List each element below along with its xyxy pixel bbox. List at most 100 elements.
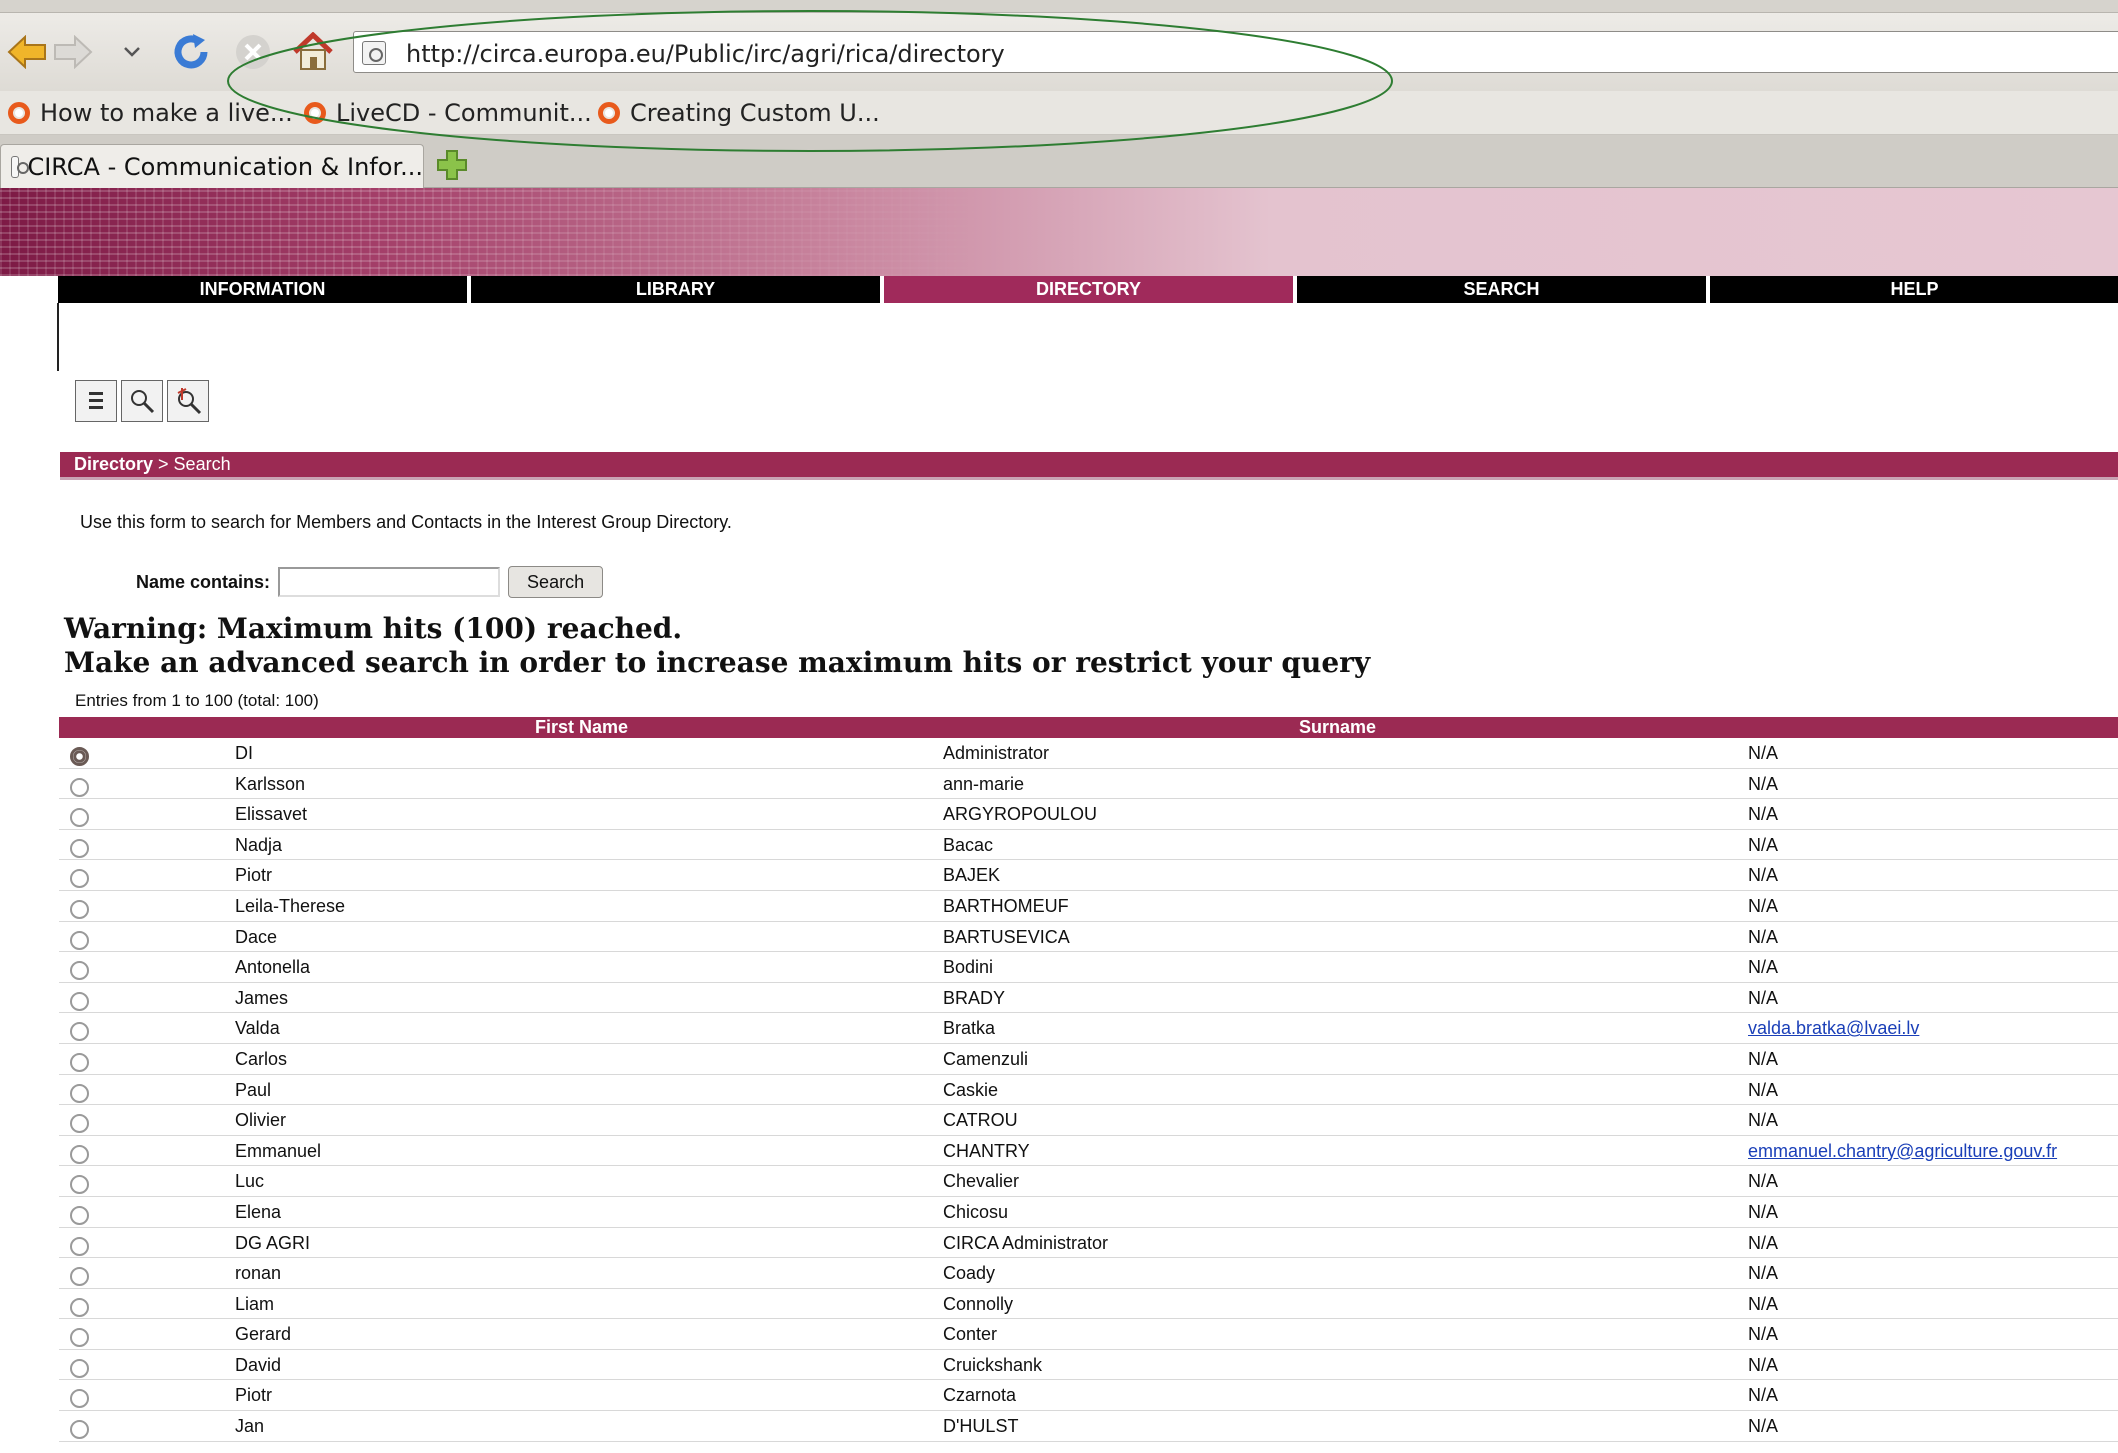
cell-email: N/A: [1748, 865, 1779, 886]
cell-surname: Caskie: [943, 1079, 999, 1100]
menu-search[interactable]: SEARCH: [1297, 276, 1706, 303]
cell-email: N/A: [1748, 987, 1779, 1008]
ubuntu-icon: [598, 102, 620, 124]
advanced-search-button[interactable]: [167, 380, 209, 422]
bookmark-label: Creating Custom U...: [630, 99, 880, 127]
column-header-first-name[interactable]: First Name: [535, 717, 628, 738]
table-row: Piotr BAJEK N/A: [59, 860, 2118, 891]
advanced-search-icon: [177, 388, 202, 415]
row-select-radio[interactable]: [70, 1389, 89, 1409]
cell-first-name: Karlsson: [235, 773, 306, 794]
breadcrumb-current: Search: [173, 454, 231, 474]
bookmark-item[interactable]: How to make a live...: [8, 98, 293, 128]
cell-email-link[interactable]: valda.bratka@lvaei.lv: [1748, 1018, 1919, 1039]
column-header-surname[interactable]: Surname: [1299, 717, 1376, 738]
row-select-radio[interactable]: [70, 961, 89, 981]
cell-email: N/A: [1748, 1354, 1779, 1375]
url-text[interactable]: http://circa.europa.eu/Public/irc/agri/r…: [406, 40, 1005, 68]
table-row: Elena Chicosu N/A: [59, 1197, 2118, 1228]
tab-title: CIRCA - Communication & Infor...: [27, 152, 423, 181]
table-row: Olivier CATROU N/A: [59, 1105, 2118, 1136]
page-icon: [11, 155, 31, 178]
row-select-radio[interactable]: [70, 869, 89, 889]
new-tab-button[interactable]: [436, 149, 468, 181]
cell-first-name: Gerard: [235, 1324, 292, 1345]
directory-toolbar: [75, 380, 209, 422]
table-row: Antonella Bodini N/A: [59, 952, 2118, 983]
bookmark-item[interactable]: LiveCD - Communit...: [304, 98, 592, 128]
table-row: Karlsson ann-marie N/A: [59, 769, 2118, 800]
tab-circa[interactable]: CIRCA - Communication & Infor...: [0, 144, 424, 188]
cell-first-name: Elena: [235, 1201, 282, 1222]
table-row: Emmanuel CHANTRY emmanuel.chantry@agricult…: [59, 1136, 2118, 1167]
row-select-radio[interactable]: [70, 1297, 89, 1317]
cell-email: N/A: [1748, 1171, 1779, 1192]
list-button[interactable]: [75, 380, 117, 422]
row-select-radio[interactable]: [70, 1175, 89, 1195]
cell-first-name: David: [235, 1354, 282, 1375]
cell-surname: Czarnota: [943, 1385, 1017, 1406]
table-body: DI Administrator N/A Karlsson ann-marie N/A El…: [59, 738, 2118, 1442]
home-button[interactable]: [290, 29, 336, 75]
cell-surname: Conter: [943, 1324, 998, 1345]
history-dropdown[interactable]: [120, 29, 144, 75]
menu-information[interactable]: INFORMATION: [58, 276, 467, 303]
reload-button[interactable]: [168, 29, 214, 75]
back-button[interactable]: [4, 29, 50, 75]
row-select-radio[interactable]: [70, 747, 89, 766]
row-select-radio[interactable]: [70, 1083, 89, 1103]
search-icon: [131, 390, 155, 414]
cell-first-name: DI: [235, 743, 253, 763]
row-select-radio[interactable]: [70, 1052, 89, 1072]
row-select-radio[interactable]: [70, 930, 89, 950]
row-select-radio[interactable]: [70, 777, 89, 797]
row-select-radio[interactable]: [70, 1114, 89, 1134]
name-contains-input[interactable]: [278, 567, 501, 597]
divider: [57, 303, 59, 371]
stop-button[interactable]: [230, 29, 276, 75]
cell-email: N/A: [1748, 1416, 1779, 1437]
row-select-radio[interactable]: [70, 1205, 89, 1225]
window-titlebar: [0, 0, 2118, 13]
site-banner: [0, 188, 2118, 276]
cell-email: N/A: [1748, 1201, 1779, 1222]
table-row: Gerard Conter N/A: [59, 1319, 2118, 1350]
row-select-radio[interactable]: [70, 1267, 89, 1287]
menu-directory[interactable]: DIRECTORY: [884, 276, 1293, 303]
table-row: Piotr Czarnota N/A: [59, 1380, 2118, 1412]
row-select-radio[interactable]: [70, 808, 89, 828]
name-contains-label: Name contains:: [136, 571, 271, 592]
row-select-radio[interactable]: [70, 1144, 89, 1164]
table-row: Dace BARTUSEVICA N/A: [59, 922, 2118, 953]
table-row: James BRADY N/A: [59, 983, 2118, 1014]
bookmark-item[interactable]: Creating Custom U...: [598, 98, 880, 128]
row-select-radio[interactable]: [70, 1358, 89, 1378]
cell-surname: Bacac: [943, 834, 994, 855]
row-select-radio[interactable]: [70, 899, 89, 919]
row-select-radio[interactable]: [70, 838, 89, 858]
cell-first-name: Liam: [235, 1293, 275, 1314]
search-button-icon[interactable]: [121, 380, 163, 422]
cell-surname: CIRCA Administrator: [943, 1232, 1109, 1253]
dropdown-icon: [124, 47, 140, 57]
search-button[interactable]: Search: [508, 566, 604, 598]
row-select-radio[interactable]: [70, 1236, 89, 1256]
row-select-radio[interactable]: [70, 1328, 89, 1348]
menu-help[interactable]: HELP: [1710, 276, 2118, 303]
cell-email-link[interactable]: emmanuel.chantry@agriculture.gouv.fr: [1748, 1141, 2057, 1162]
forward-button[interactable]: [50, 29, 96, 75]
cell-surname: BRADY: [943, 987, 1006, 1008]
bookmarks-bar: How to make a live... LiveCD - Communit.…: [0, 91, 2118, 135]
menu-library[interactable]: LIBRARY: [471, 276, 880, 303]
cell-first-name: ronan: [235, 1263, 282, 1284]
table-row: Jan D'HULST N/A: [59, 1411, 2118, 1442]
row-select-radio[interactable]: [70, 1022, 89, 1042]
cell-surname: Bodini: [943, 957, 994, 978]
cell-email: N/A: [1748, 1293, 1779, 1314]
row-select-radio[interactable]: [70, 991, 89, 1011]
row-select-radio[interactable]: [70, 1420, 89, 1440]
breadcrumb-directory[interactable]: Directory: [74, 454, 153, 475]
address-bar[interactable]: http://circa.europa.eu/Public/irc/agri/r…: [353, 31, 2118, 73]
cell-first-name: Piotr: [235, 865, 273, 886]
table-row: Liam Connolly N/A: [59, 1289, 2118, 1320]
